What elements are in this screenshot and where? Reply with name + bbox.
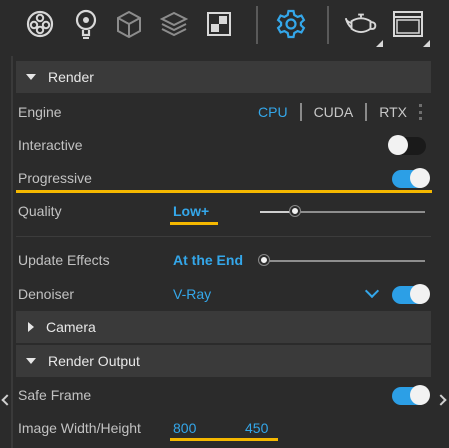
image-width-input[interactable]: 800 — [173, 420, 196, 436]
denoiser-value[interactable]: V-Ray — [173, 286, 211, 302]
denoiser-toggle[interactable] — [392, 284, 430, 304]
section-header-render[interactable]: Render — [16, 61, 431, 93]
engine-option-cuda[interactable]: CUDA — [314, 104, 354, 120]
section-title: Camera — [46, 319, 96, 335]
frame-buffer-window-icon[interactable] — [390, 6, 426, 42]
update-effects-slider-thumb[interactable] — [259, 255, 269, 265]
progressive-label: Progressive — [18, 170, 92, 186]
expand-down-icon — [26, 74, 36, 80]
quality-value[interactable]: Low+ — [173, 203, 209, 219]
interactive-toggle[interactable] — [388, 135, 426, 155]
highlight-underline — [170, 222, 218, 225]
highlight-underline — [16, 190, 432, 193]
engine-option-cpu[interactable]: CPU — [258, 104, 288, 120]
teapot-render-icon[interactable] — [343, 6, 379, 42]
engine-separator — [299, 103, 302, 121]
progressive-toggle[interactable] — [392, 168, 430, 188]
engine-selector: CPU CUDA RTX — [258, 103, 407, 121]
engine-option-rtx[interactable]: RTX — [379, 104, 407, 120]
layers-icon[interactable] — [156, 6, 192, 42]
denoiser-label: Denoiser — [18, 286, 75, 302]
expand-down-icon — [26, 358, 36, 364]
section-header-camera[interactable]: Camera — [16, 311, 431, 343]
highlight-underline — [170, 438, 278, 441]
quality-slider-track[interactable] — [295, 211, 425, 213]
section-header-render-output[interactable]: Render Output — [16, 345, 431, 377]
safe-frame-toggle[interactable] — [392, 385, 430, 405]
section-title: Render — [48, 69, 94, 85]
light-bulb-icon[interactable] — [68, 6, 104, 42]
update-effects-slider-track[interactable] — [265, 260, 425, 262]
settings-gear-icon[interactable] — [273, 6, 309, 42]
engine-label: Engine — [18, 104, 62, 120]
dropdown-corner-indicator — [423, 40, 430, 47]
quality-slider-thumb[interactable] — [290, 206, 300, 216]
dropdown-corner-indicator — [376, 40, 383, 47]
engine-separator — [365, 103, 368, 121]
expand-right-icon — [28, 322, 34, 332]
section-divider — [16, 236, 431, 237]
toolbar-separator — [327, 6, 329, 44]
material-ball-icon[interactable] — [22, 6, 58, 42]
update-effects-value[interactable]: At the End — [173, 252, 243, 268]
checker-texture-icon[interactable] — [201, 6, 237, 42]
image-height-input[interactable]: 450 — [245, 420, 268, 436]
image-size-label: Image Width/Height — [18, 420, 141, 436]
toolbar-separator — [256, 6, 258, 44]
update-effects-label: Update Effects — [18, 252, 110, 268]
more-options-icon[interactable] — [419, 104, 423, 120]
toolbar — [0, 0, 449, 52]
safe-frame-label: Safe Frame — [18, 387, 92, 403]
section-title: Render Output — [48, 353, 140, 369]
geometry-cube-icon[interactable] — [111, 6, 147, 42]
quality-label: Quality — [18, 203, 62, 219]
interactive-label: Interactive — [18, 137, 83, 153]
